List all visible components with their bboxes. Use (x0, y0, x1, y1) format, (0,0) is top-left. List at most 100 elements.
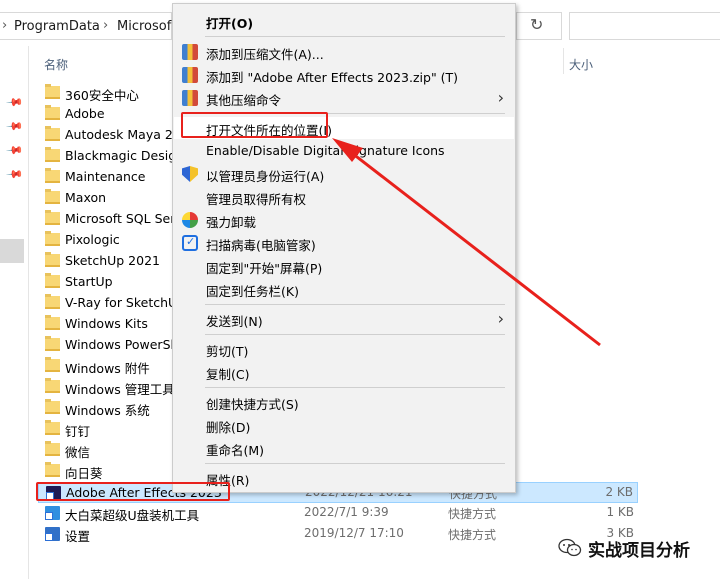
submenu-arrow-icon: › (497, 309, 504, 328)
file-name: Windows 系统 (65, 403, 150, 418)
menu-item-label: 管理员取得所有权 (206, 192, 307, 207)
file-name: 设置 (65, 529, 91, 544)
file-name: 大白菜超级U盘装机工具 (65, 508, 200, 523)
file-name: Adobe (65, 106, 105, 121)
file-name: Maxon (65, 190, 107, 205)
search-input[interactable] (569, 12, 720, 40)
menu-item-rename[interactable]: 重命名(M) (174, 437, 514, 459)
menu-item-label: 以管理员身份运行(A) (206, 169, 325, 184)
breadcrumb-microsoft[interactable]: Microsof (117, 19, 171, 34)
highlight-box-open-location (181, 112, 328, 138)
winrar-icon (182, 67, 198, 83)
pin-icon[interactable]: 📌 (5, 93, 24, 112)
menu-separator (205, 387, 505, 388)
menu-item-label: 剪切(T) (206, 344, 249, 359)
file-name: 钉钉 (65, 424, 91, 439)
file-date: 2019/12/7 17:10 (304, 526, 404, 540)
menu-separator (205, 36, 505, 37)
file-size: 1 KB (606, 505, 634, 519)
menu-item-label: 删除(D) (206, 420, 251, 435)
menu-item-pin-taskbar[interactable]: 固定到任务栏(K) (174, 278, 514, 300)
menu-item-label: 重命名(M) (206, 443, 265, 458)
submenu-arrow-icon: › (497, 88, 504, 107)
menu-item-label: 固定到任务栏(K) (206, 284, 299, 299)
uninstall-flower-icon (182, 212, 198, 228)
folder-icon (45, 84, 60, 99)
menu-item-virus-scan[interactable]: 扫描病毒(电脑管家) (174, 232, 514, 254)
menu-item-other-compress[interactable]: 其他压缩命令 › (174, 87, 514, 109)
pc-manager-shield-icon (182, 235, 198, 251)
column-divider[interactable] (563, 48, 564, 74)
file-type: 快捷方式 (448, 507, 497, 521)
menu-item-pin-start[interactable]: 固定到"开始"屏幕(P) (174, 255, 514, 277)
menu-item-digital-signature[interactable]: Enable/Disable Digital Signature Icons (174, 140, 514, 162)
file-name: Windows Kits (65, 316, 148, 331)
address-bar[interactable]: › ProgramData › Microsof (0, 12, 172, 40)
folder-icon (45, 462, 60, 477)
file-name: SketchUp 2021 (65, 253, 160, 268)
folder-icon (45, 105, 60, 120)
pin-icon[interactable]: 📌 (5, 165, 24, 184)
breadcrumb-programdata[interactable]: ProgramData (14, 19, 100, 34)
folder-icon (45, 168, 60, 183)
file-name: 360安全中心 (65, 88, 139, 103)
folder-icon (45, 315, 60, 330)
folder-icon (45, 210, 60, 225)
file-name: Windows 附件 (65, 361, 150, 376)
folder-icon (45, 441, 60, 456)
file-name: 向日葵 (65, 466, 103, 481)
menu-item-copy[interactable]: 复制(C) (174, 361, 514, 383)
pin-icon[interactable]: 📌 (5, 141, 24, 160)
menu-item-add-to-zip[interactable]: 添加到 "Adobe After Effects 2023.zip" (T) (174, 64, 514, 86)
menu-item-label: 添加到 "Adobe After Effects 2023.zip" (T) (206, 70, 459, 85)
menu-item-label: 固定到"开始"屏幕(P) (206, 261, 323, 276)
folder-icon (45, 273, 60, 288)
menu-item-run-as-admin[interactable]: 以管理员身份运行(A) (174, 163, 514, 185)
column-header-size[interactable]: 大小 (569, 56, 593, 73)
menu-item-delete[interactable]: 删除(D) (174, 414, 514, 436)
menu-item-send-to[interactable]: 发送到(N) › (174, 308, 514, 330)
menu-item-label: 发送到(N) (206, 314, 263, 329)
breadcrumb-separator[interactable]: › (2, 18, 7, 33)
folder-icon (45, 420, 60, 435)
folder-icon (45, 378, 60, 393)
menu-separator (205, 304, 505, 305)
menu-item-add-archive[interactable]: 添加到压缩文件(A)... (174, 41, 514, 63)
nav-selected-item[interactable] (0, 239, 24, 263)
winrar-icon (182, 44, 198, 60)
file-size: 2 KB (605, 485, 633, 499)
pin-icon[interactable]: 📌 (5, 117, 24, 136)
navigation-pane: 📌 📌 📌 📌 (0, 46, 24, 579)
file-name: StartUp (65, 274, 113, 289)
refresh-icon[interactable]: ↻ (530, 15, 543, 34)
menu-item-create-shortcut[interactable]: 创建快捷方式(S) (174, 391, 514, 413)
file-row[interactable]: 大白菜超级U盘装机工具 2022/7/1 9:39 快捷方式 1 KB (38, 503, 638, 524)
file-date: 2022/7/1 9:39 (304, 505, 389, 519)
folder-icon (45, 126, 60, 141)
file-name: Autodesk Maya 20 (65, 127, 181, 142)
menu-item-label: 扫描病毒(电脑管家) (206, 238, 316, 253)
menu-item-cut[interactable]: 剪切(T) (174, 338, 514, 360)
folder-icon (45, 252, 60, 267)
folder-icon (45, 294, 60, 309)
menu-item-label: 打开(O) (206, 16, 254, 31)
menu-item-label: 强力卸载 (206, 215, 257, 230)
menu-item-take-ownership[interactable]: 管理员取得所有权 (174, 186, 514, 208)
wechat-logo-icon (558, 538, 582, 557)
file-row[interactable]: 设置 2019/12/7 17:10 快捷方式 3 KB (38, 524, 638, 545)
menu-item-label: Enable/Disable Digital Signature Icons (206, 143, 445, 158)
file-name: 微信 (65, 445, 91, 460)
menu-item-open[interactable]: 打开(O) (174, 10, 514, 32)
file-type: 快捷方式 (448, 528, 497, 542)
file-name: Windows 管理工具 (65, 382, 175, 397)
file-name: Blackmagic Design (65, 148, 185, 163)
folder-icon (45, 231, 60, 246)
menu-item-force-uninstall[interactable]: 强力卸载 (174, 209, 514, 231)
folder-icon (45, 147, 60, 162)
breadcrumb-separator[interactable]: › (103, 18, 108, 33)
folder-icon (45, 189, 60, 204)
watermark-text: 实战项目分析 (588, 541, 690, 561)
menu-item-label: 其他压缩命令 (206, 93, 282, 108)
pane-divider[interactable] (28, 46, 29, 579)
column-header-name[interactable]: 名称 (44, 56, 68, 73)
